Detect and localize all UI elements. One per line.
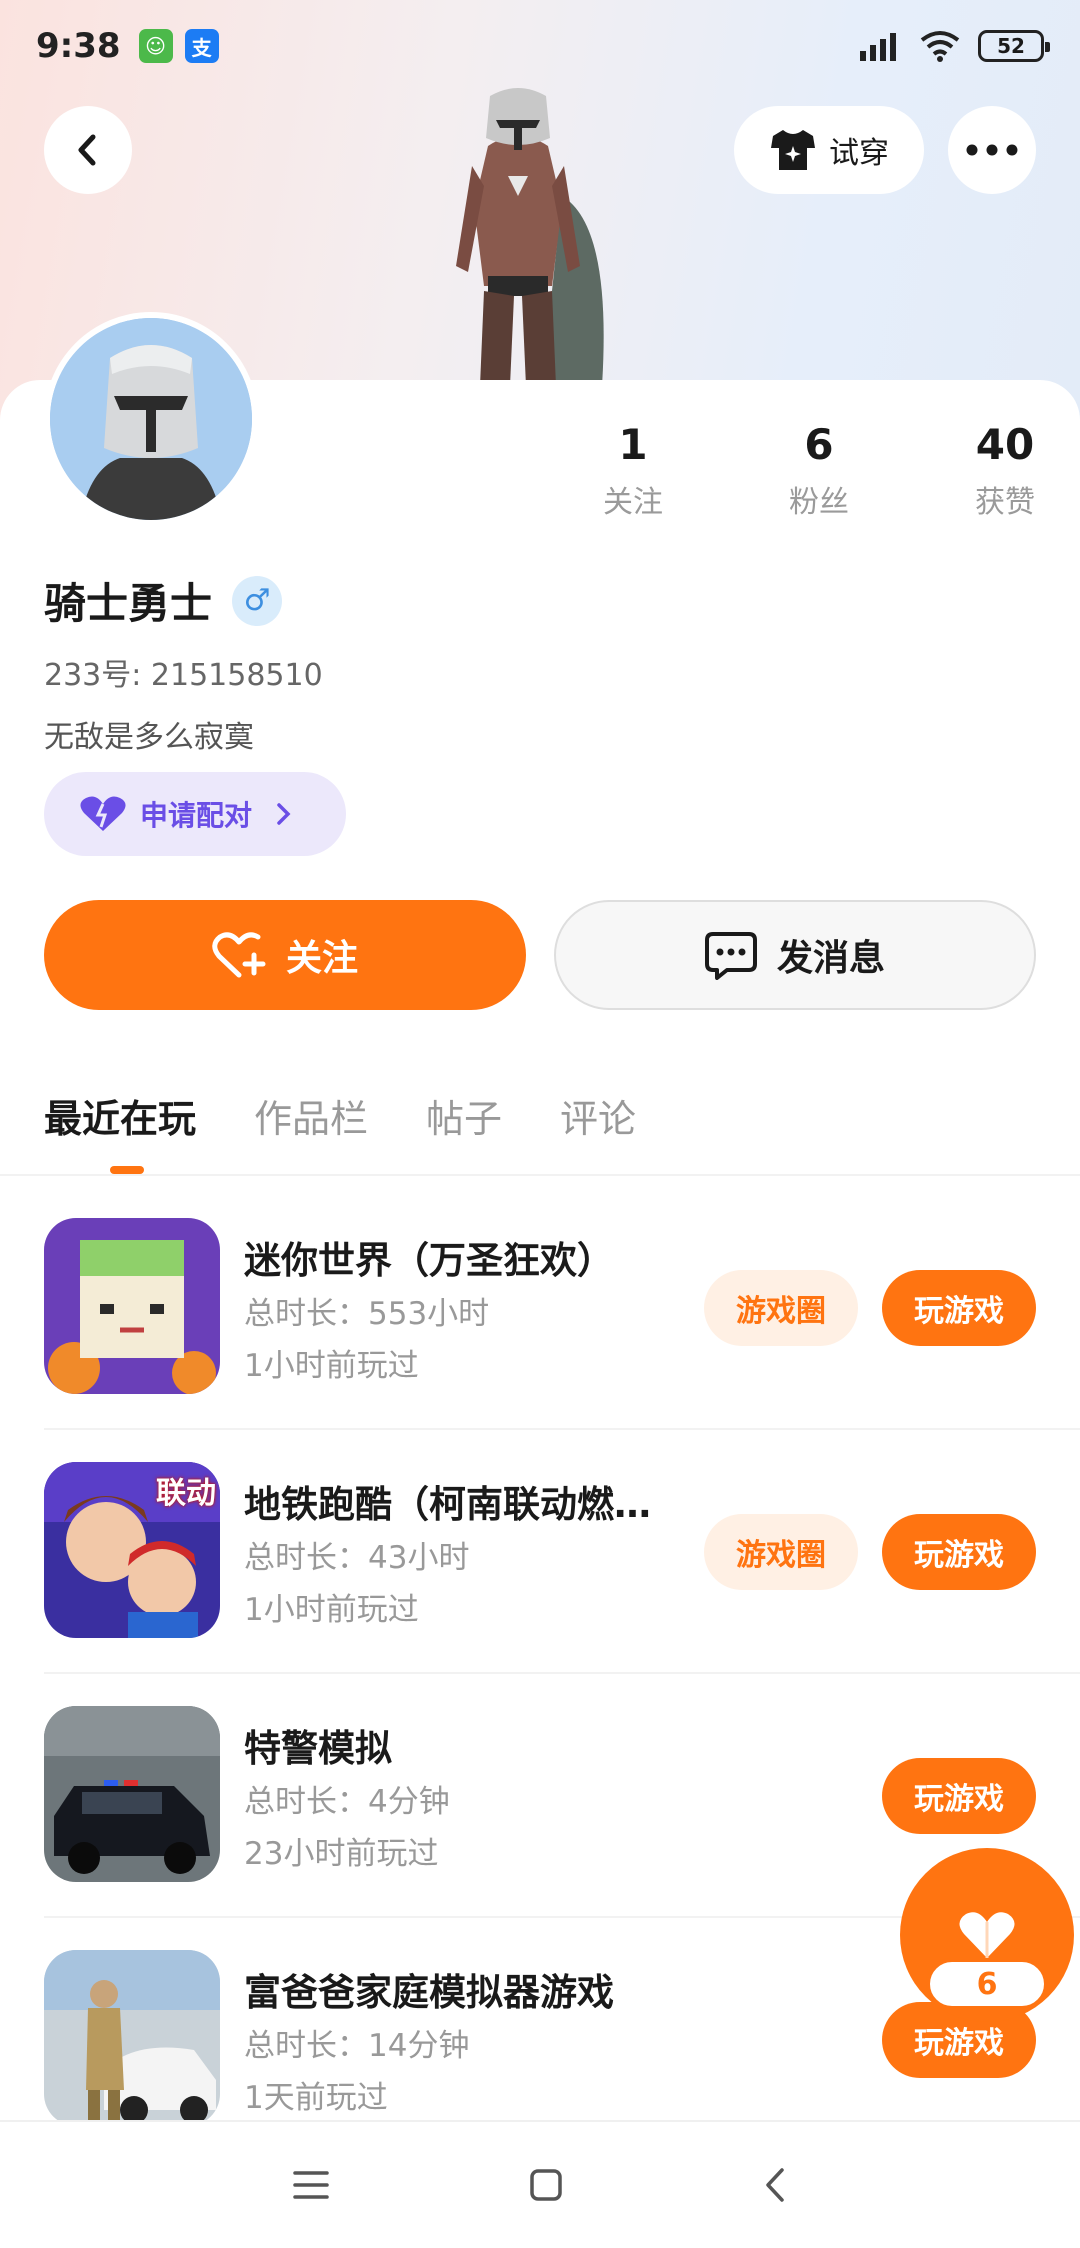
alipay-notification-icon: 支 bbox=[184, 29, 219, 63]
try-on-button[interactable]: 试穿 bbox=[734, 106, 924, 194]
game-row[interactable]: 联动 地铁跑酷（柯南联动燃… 总时长：43小时 1小时前玩过 游戏圈 玩游戏 bbox=[44, 1462, 1036, 1638]
game-last-played: 1小时前玩过 bbox=[244, 1348, 419, 1384]
tab-posts[interactable]: 帖子 bbox=[426, 1088, 502, 1143]
heart-icon bbox=[959, 1912, 1015, 1958]
back-button[interactable] bbox=[44, 106, 132, 194]
send-message-button[interactable]: 发消息 bbox=[554, 900, 1036, 1010]
chat-icon bbox=[704, 932, 757, 980]
home-icon[interactable] bbox=[529, 2168, 563, 2202]
user-id: 233号: 215158510 bbox=[44, 658, 323, 693]
avatar[interactable] bbox=[44, 312, 258, 526]
more-icon bbox=[966, 144, 1018, 156]
tab-recently-played[interactable]: 最近在玩 bbox=[44, 1088, 196, 1143]
stat-followers[interactable]: 6 粉丝 bbox=[726, 420, 912, 521]
game-icon-mini-world bbox=[44, 1218, 220, 1394]
game-last-played: 1天前玩过 bbox=[244, 2080, 388, 2116]
play-game-button[interactable]: 玩游戏 bbox=[882, 1514, 1036, 1590]
game-duration: 总时长：14分钟 bbox=[244, 2028, 470, 2064]
active-tab-indicator bbox=[110, 1166, 144, 1174]
chevron-right-icon bbox=[277, 803, 291, 825]
stat-number: 6 bbox=[804, 420, 834, 469]
menu-icon[interactable] bbox=[293, 2170, 329, 2200]
game-circle-button[interactable]: 游戏圈 bbox=[704, 1270, 858, 1346]
wifi-icon bbox=[920, 31, 960, 62]
tab-works[interactable]: 作品栏 bbox=[254, 1088, 368, 1143]
heart-icon bbox=[80, 796, 126, 831]
row-divider bbox=[44, 1428, 1080, 1430]
stat-label: 粉丝 bbox=[789, 485, 849, 520]
avatar-image bbox=[50, 318, 252, 520]
like-count-badge: 6 bbox=[926, 1958, 1048, 2010]
request-match-label: 申请配对 bbox=[140, 799, 253, 832]
game-name: 富爸爸家庭模拟器游戏 bbox=[244, 1971, 614, 2014]
username: 骑士勇士 bbox=[44, 579, 213, 628]
stat-number: 40 bbox=[975, 420, 1035, 469]
game-duration: 总时长：553小时 bbox=[244, 1296, 490, 1332]
play-game-button[interactable]: 玩游戏 bbox=[882, 1270, 1036, 1346]
stat-likes[interactable]: 40 获赞 bbox=[912, 420, 1080, 521]
battery-indicator: 52 bbox=[978, 30, 1050, 62]
game-row[interactable]: 特警模拟 总时长：4分钟 23小时前玩过 玩游戏 bbox=[44, 1706, 1036, 1882]
heart-plus-icon bbox=[212, 932, 266, 978]
row-divider bbox=[44, 1672, 1080, 1674]
follow-button[interactable]: 关注 bbox=[44, 900, 526, 1010]
app-notification-icon: ☺ bbox=[138, 29, 173, 63]
stat-number: 1 bbox=[618, 420, 648, 469]
status-bar: 9:38 ☺ 支 52 bbox=[0, 0, 1080, 92]
user-bio: 无敌是多么寂寞 bbox=[44, 720, 254, 755]
follow-label: 关注 bbox=[285, 938, 358, 979]
game-icon-subway-surfers: 联动 bbox=[44, 1462, 220, 1638]
profile-stats: 1 关注 6 粉丝 40 获赞 bbox=[540, 420, 1080, 521]
game-duration: 总时长：4分钟 bbox=[244, 1784, 450, 1820]
game-circle-button[interactable]: 游戏圈 bbox=[704, 1514, 858, 1590]
username-row: 骑士勇士 ♂ bbox=[44, 570, 283, 631]
tab-comments[interactable]: 评论 bbox=[560, 1088, 636, 1143]
game-duration: 总时长：43小时 bbox=[244, 1540, 470, 1576]
tshirt-icon bbox=[771, 130, 815, 170]
game-name: 迷你世界（万圣狂欢） bbox=[244, 1239, 614, 1282]
back-icon bbox=[78, 134, 96, 166]
play-game-button[interactable]: 玩游戏 bbox=[882, 1758, 1036, 1834]
signal-icon bbox=[860, 33, 896, 61]
battery-level: 52 bbox=[997, 34, 1025, 58]
game-row[interactable]: 富爸爸家庭模拟器游戏 总时长：14分钟 1天前玩过 玩游戏 bbox=[44, 1950, 1036, 2126]
status-time: 9:38 bbox=[36, 26, 121, 66]
more-button[interactable] bbox=[948, 106, 1036, 194]
nav-back-icon[interactable] bbox=[763, 2167, 787, 2203]
game-last-played: 23小时前玩过 bbox=[244, 1836, 439, 1872]
game-icon-swat-sim bbox=[44, 1706, 220, 1882]
game-name: 特警模拟 bbox=[244, 1727, 392, 1770]
stat-following[interactable]: 1 关注 bbox=[540, 420, 726, 521]
profile-tabs: 最近在玩 作品栏 帖子 评论 bbox=[44, 1088, 636, 1143]
stat-label: 获赞 bbox=[975, 485, 1035, 520]
male-gender-icon: ♂ bbox=[232, 575, 283, 626]
game-row[interactable]: 迷你世界（万圣狂欢） 总时长：553小时 1小时前玩过 游戏圈 玩游戏 bbox=[44, 1218, 1036, 1394]
game-name: 地铁跑酷（柯南联动燃… bbox=[244, 1483, 651, 1526]
request-match-button[interactable]: 申请配对 bbox=[44, 772, 346, 856]
tabs-divider bbox=[0, 1174, 1080, 1176]
game-icon-rich-dad-sim bbox=[44, 1950, 220, 2126]
avatar-character-figure bbox=[456, 88, 604, 386]
send-message-label: 发消息 bbox=[776, 938, 885, 979]
try-on-label: 试穿 bbox=[829, 136, 889, 171]
stat-label: 关注 bbox=[603, 485, 663, 520]
game-last-played: 1小时前玩过 bbox=[244, 1592, 419, 1628]
game-icon-badge: 联动 bbox=[156, 1476, 216, 1511]
system-nav-bar bbox=[0, 2120, 1080, 2248]
